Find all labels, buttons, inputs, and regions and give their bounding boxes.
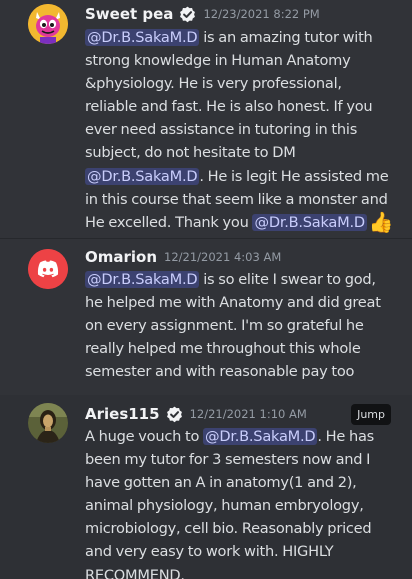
jump-button[interactable]: Jump [351, 404, 391, 425]
message-line: really helped me throughout this whole [85, 337, 403, 360]
user-mention[interactable]: @Dr.B.SakaM.D [203, 428, 318, 445]
message-text: he helped me with Anatomy and did great [85, 294, 381, 312]
message-text: animal physiology, human embryology, [85, 497, 364, 515]
user-mention[interactable]: @Dr.B.SakaM.D [252, 213, 367, 231]
message-text: . He has [317, 428, 375, 445]
message-header: Sweet pea 12/23/2021 8:22 PM [85, 5, 320, 23]
message-text: really helped me throughout this whole [85, 340, 361, 358]
message-text: A huge vouch to [85, 428, 204, 445]
message-text: on every assignment. I'm so grateful he [85, 317, 364, 335]
message-header: Aries115 12/21/2021 1:10 AM [85, 405, 307, 423]
pink-devil-avatar-icon[interactable] [28, 4, 68, 44]
username[interactable]: Omarion [85, 248, 157, 266]
user-mention[interactable]: @Dr.B.SakaM.D [85, 271, 200, 288]
message-line: RECOMMEND. [85, 564, 403, 579]
message-line: he helped me with Anatomy and did great [85, 291, 403, 314]
message-line: @Dr.B.SakaM.D is so elite I swear to god… [85, 268, 403, 291]
message-line: microbiology, cell bio. Reasonably price… [85, 517, 403, 540]
message-line: reliable and fast. He is also honest. If… [85, 95, 403, 118]
message-text: RECOMMEND. [85, 566, 185, 579]
message-line: A huge vouch to @Dr.B.SakaM.D. He has [85, 425, 403, 448]
message-line: semester and with reasonable pay too [85, 360, 403, 383]
message-text: have gotten an A in anatomy(1 and 2), [85, 474, 357, 492]
message-content: A huge vouch to @Dr.B.SakaM.D. He has bee… [85, 425, 403, 579]
verified-check-icon [166, 406, 182, 422]
message-text: . He is legit He assisted me [199, 167, 389, 185]
message-text: and very easy to work with. HIGHLY [85, 543, 334, 561]
message-text: been my tutor for 3 semesters now and I [85, 451, 371, 469]
message-text: is so elite I swear to god, [199, 271, 376, 288]
message-content: @Dr.B.SakaM.D is so elite I swear to god… [85, 268, 403, 383]
username[interactable]: Sweet pea [85, 5, 173, 23]
message-text: semester and with reasonable pay too [85, 363, 355, 381]
discord-logo-avatar-icon[interactable] [28, 249, 68, 289]
message-text: ever need assistance in tutoring in this [85, 121, 358, 139]
message-text: is an amazing tutor with [199, 29, 373, 46]
message-line: He excelled. Thank you @Dr.B.SakaM.D 👍 [85, 210, 403, 234]
user-mention[interactable]: @Dr.B.SakaM.D [85, 167, 200, 185]
message-content: @Dr.B.SakaM.D is an amazing tutor with st… [85, 26, 403, 234]
message-line: @Dr.B.SakaM.D is an amazing tutor with [85, 26, 403, 49]
message-text: in this course that seem like a monster … [85, 190, 388, 208]
message-line: in this course that seem like a monster … [85, 188, 403, 211]
timestamp[interactable]: 12/23/2021 8:22 PM [203, 7, 319, 21]
thumbs-up-emoji-icon[interactable]: 👍 [369, 210, 394, 234]
message-line: ever need assistance in tutoring in this [85, 118, 403, 141]
message-text: &physiology. He is very professional, [85, 75, 342, 93]
message-line: subject, do not hesitate to DM [85, 141, 403, 164]
message-header: Omarion 12/21/2021 4:03 AM [85, 248, 281, 266]
message-item[interactable]: Sweet pea 12/23/2021 8:22 PM @Dr.B.SakaM… [0, 0, 412, 234]
timestamp[interactable]: 12/21/2021 4:03 AM [164, 250, 281, 264]
message-line: strong knowledge in Human Anatomy [85, 49, 403, 72]
verified-check-icon [180, 6, 196, 22]
message-item[interactable]: Omarion 12/21/2021 4:03 AM @Dr.B.SakaM.D… [0, 240, 412, 390]
mona-lisa-avatar-icon[interactable] [28, 403, 68, 443]
message-divider [0, 238, 412, 239]
message-line: on every assignment. I'm so grateful he [85, 314, 403, 337]
message-item[interactable]: Aries115 12/21/2021 1:10 AM A huge vouch… [0, 395, 412, 579]
message-line: and very easy to work with. HIGHLY [85, 540, 403, 563]
message-text: microbiology, cell bio. Reasonably price… [85, 520, 372, 538]
message-text: He excelled. Thank you [85, 213, 253, 231]
message-line: have gotten an A in anatomy(1 and 2), [85, 471, 403, 494]
username[interactable]: Aries115 [85, 405, 160, 423]
user-mention[interactable]: @Dr.B.SakaM.D [85, 29, 200, 46]
message-line: @Dr.B.SakaM.D. He is legit He assisted m… [85, 165, 403, 188]
message-text: subject, do not hesitate to DM [85, 144, 296, 162]
timestamp[interactable]: 12/21/2021 1:10 AM [190, 407, 307, 421]
message-line: animal physiology, human embryology, [85, 494, 403, 517]
message-feed: Sweet pea 12/23/2021 8:22 PM @Dr.B.SakaM… [0, 0, 412, 579]
message-line: &physiology. He is very professional, [85, 72, 403, 95]
message-line: been my tutor for 3 semesters now and I [85, 448, 403, 471]
message-text: strong knowledge in Human Anatomy [85, 52, 351, 70]
message-text: reliable and fast. He is also honest. If… [85, 98, 373, 116]
